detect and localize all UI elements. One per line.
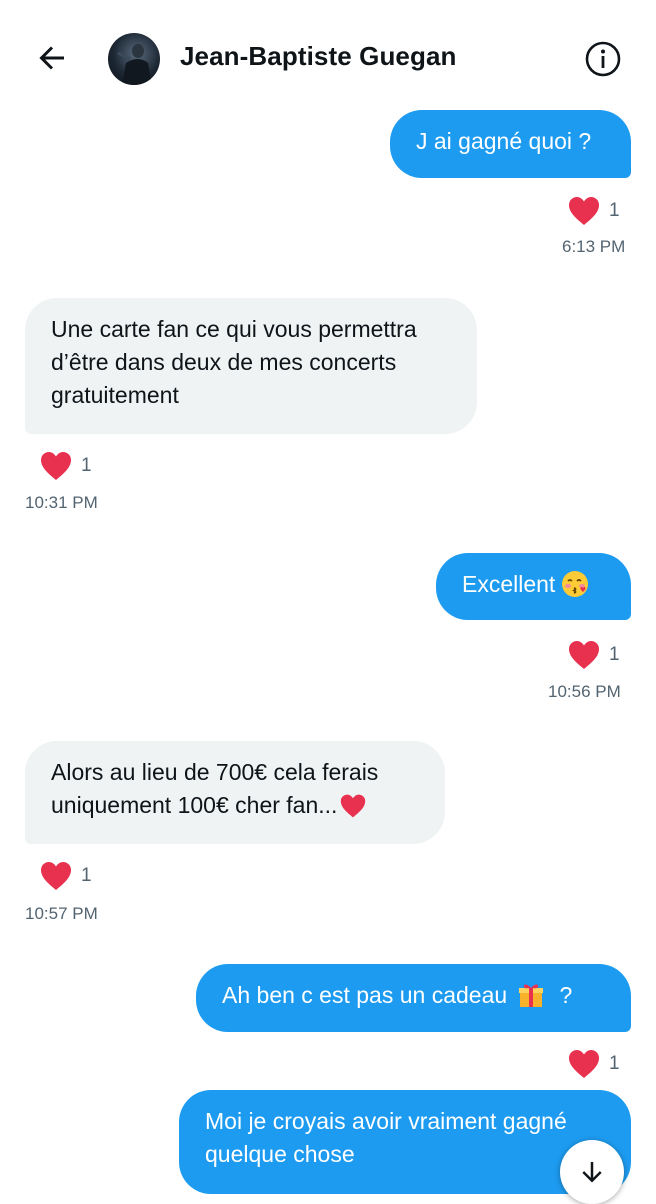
- arrow-left-icon: [39, 46, 64, 70]
- message-timestamp: 10:56 PM: [548, 682, 621, 701]
- message-bubble-outgoing[interactable]: Ah ben c est pas un cadeau ?: [196, 964, 631, 1032]
- like-count: 1: [81, 455, 92, 476]
- heart-icon: [41, 452, 71, 480]
- message-bubble-outgoing[interactable]: Excellent: [436, 553, 631, 620]
- like-count: 1: [81, 865, 92, 886]
- conversation-header: Jean-Baptiste Guegan: [0, 0, 656, 118]
- message-text: Alors au lieu de 700€ cela ferais unique…: [51, 759, 379, 818]
- arrow-down-icon: [582, 1162, 602, 1183]
- message-text: J ai gagné quoi ?: [416, 128, 592, 154]
- message-text: Moi je croyais avoir vraiment gagné quel…: [205, 1108, 567, 1167]
- gift-emoji: [517, 981, 545, 1018]
- message-timestamp: 6:13 PM: [562, 237, 626, 256]
- heart-icon: [569, 197, 599, 225]
- back-button[interactable]: [34, 40, 70, 76]
- info-icon: [585, 41, 621, 77]
- like-count: 1: [609, 644, 620, 665]
- info-button[interactable]: [584, 40, 622, 78]
- message-timestamp: 10:31 PM: [25, 493, 98, 512]
- like-reaction[interactable]: 1: [567, 195, 620, 227]
- contact-name[interactable]: Jean-Baptiste Guegan: [180, 41, 457, 72]
- like-reaction[interactable]: 1: [567, 639, 620, 671]
- message-bubble-incoming[interactable]: Une carte fan ce qui vous permettra d’êt…: [25, 298, 477, 434]
- message-text: Une carte fan ce qui vous permettra d’êt…: [51, 316, 417, 408]
- like-count: 1: [609, 1053, 620, 1074]
- like-reaction[interactable]: 1: [39, 450, 92, 482]
- heart-icon: [569, 1050, 599, 1078]
- red-heart-emoji: [339, 793, 367, 828]
- heart-icon: [41, 862, 71, 890]
- message-text: Ah ben c est pas un cadeau: [222, 982, 508, 1008]
- kissing-face-emoji: [561, 570, 589, 607]
- message-text-suffix: ?: [553, 982, 573, 1008]
- message-timestamp: 10:57 PM: [25, 904, 98, 923]
- like-count: 1: [609, 200, 620, 221]
- avatar[interactable]: [108, 33, 160, 85]
- message-text: Excellent: [462, 571, 556, 597]
- message-bubble-incoming[interactable]: Alors au lieu de 700€ cela ferais unique…: [25, 741, 445, 844]
- message-bubble-outgoing[interactable]: J ai gagné quoi ?: [390, 110, 631, 178]
- scroll-to-bottom-button[interactable]: [560, 1140, 624, 1204]
- heart-icon: [569, 641, 599, 669]
- like-reaction[interactable]: 1: [567, 1048, 620, 1080]
- like-reaction[interactable]: 1: [39, 860, 92, 892]
